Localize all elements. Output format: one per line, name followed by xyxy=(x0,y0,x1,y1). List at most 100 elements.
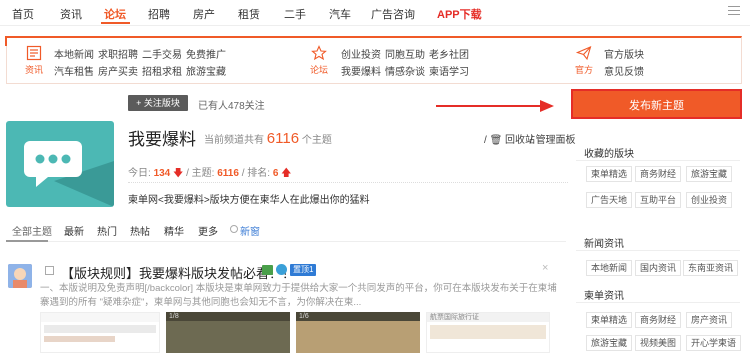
sidebar-chip[interactable]: 商务财经 xyxy=(635,312,682,328)
thumbnail[interactable]: 1/6 xyxy=(296,312,420,353)
sidebar-chip[interactable]: 房产资讯 xyxy=(686,312,733,328)
tab-featured[interactable]: 精华 xyxy=(164,223,184,238)
menu-icon[interactable] xyxy=(728,5,742,15)
sidebar-chip[interactable]: 本地新闻 xyxy=(586,260,633,276)
forum-title: 我要爆料 xyxy=(128,130,196,149)
tab-all[interactable]: 全部主题 xyxy=(12,223,52,238)
tab-more[interactable]: 更多 xyxy=(198,223,218,238)
category-link[interactable]: 情感杂谈 xyxy=(385,63,425,78)
pinned-badge: 置顶1 xyxy=(290,264,317,276)
nav-active-underline xyxy=(101,22,130,24)
nav-ads[interactable]: 广告咨询 xyxy=(371,6,415,22)
nav-home[interactable]: 首页 xyxy=(12,6,34,22)
category-forum-label: 论坛 xyxy=(309,65,328,75)
divider xyxy=(128,182,568,183)
category-official[interactable]: 官方 xyxy=(569,45,599,79)
category-link[interactable]: 房产买卖 xyxy=(98,63,138,78)
thumbnail[interactable] xyxy=(40,312,160,353)
thread-excerpt: 一、本版说明及免责声明[/backcolor] 本版块是柬单网致力于提供给大家一… xyxy=(40,283,557,308)
nav-cars[interactable]: 汽车 xyxy=(329,6,351,22)
sidebar-chip[interactable]: 开心学柬语 xyxy=(686,335,742,351)
nav-secondhand[interactable]: 二手 xyxy=(284,6,306,22)
new-window-label[interactable]: 新窗 xyxy=(240,223,260,238)
nav-realestate[interactable]: 房产 xyxy=(193,6,215,22)
admin-panel-link[interactable]: / 管理面板 xyxy=(530,131,576,146)
paper-plane-icon xyxy=(576,46,592,61)
thumbnail-header: 航票国际旅行证 xyxy=(427,313,549,322)
category-forum[interactable]: 论坛 xyxy=(304,45,334,79)
category-link[interactable]: 二手交易 xyxy=(142,46,182,61)
arrow-down-icon: 🡇 xyxy=(173,168,184,179)
sidebar-chip[interactable]: 广告天地 xyxy=(586,192,633,208)
category-link[interactable]: 旅游宝藏 xyxy=(186,63,226,78)
category-link[interactable]: 老乡社团 xyxy=(429,46,469,61)
category-link[interactable]: 柬语学习 xyxy=(429,63,469,78)
divider xyxy=(576,250,740,251)
heart-icon xyxy=(276,264,287,275)
thumbnail-counter: 1/6 xyxy=(299,313,309,320)
sidebar-chip[interactable]: 旅游宝藏 xyxy=(586,335,633,351)
red-arrow-annotation xyxy=(436,100,554,112)
nav-rental[interactable]: 租赁 xyxy=(238,6,260,22)
nav-app-download[interactable]: APP下载 xyxy=(437,6,482,22)
stat-suffix: 个主题 xyxy=(301,135,332,146)
thread-title[interactable]: 【版块规则】我要爆料版块发帖必看！！ xyxy=(61,263,295,282)
thumbnail-content xyxy=(44,325,156,333)
thumbnail[interactable]: 1/8 xyxy=(166,312,290,353)
category-link[interactable]: 本地新闻 xyxy=(54,46,94,61)
sidebar-chip[interactable]: 视频美图 xyxy=(635,335,682,351)
sidebar-chip[interactable]: 旅游宝藏 xyxy=(686,166,733,182)
thumbnail-content xyxy=(44,336,115,342)
close-icon[interactable]: × xyxy=(542,262,548,274)
thread-checkbox[interactable] xyxy=(45,266,54,275)
recycle-bin-link[interactable]: / 🗑 回收站 xyxy=(484,131,535,146)
category-news[interactable]: 资讯 xyxy=(19,45,49,79)
avatar[interactable] xyxy=(8,264,32,288)
sidebar-chip[interactable]: 柬单精选 xyxy=(586,312,633,328)
category-official-label: 官方 xyxy=(574,65,593,75)
tab-hot-posts[interactable]: 热帖 xyxy=(130,223,150,238)
forum-icon xyxy=(6,121,114,207)
category-link[interactable]: 同胞互助 xyxy=(385,46,425,61)
new-window-radio[interactable] xyxy=(230,225,238,233)
tab-latest[interactable]: 最新 xyxy=(64,223,84,238)
category-link[interactable]: 招租求租 xyxy=(142,63,182,78)
category-link[interactable]: 意见反馈 xyxy=(604,63,644,78)
category-link[interactable]: 汽车租售 xyxy=(54,63,94,78)
user-avatar-image xyxy=(8,264,32,288)
category-link[interactable]: 创业投资 xyxy=(341,46,381,61)
category-link[interactable]: 免费推广 xyxy=(186,46,226,61)
sidebar-chip[interactable]: 商务财经 xyxy=(635,166,682,182)
follow-forum-button[interactable]: + 关注版块 xyxy=(128,95,188,111)
stat-prefix: 当前频道共有 xyxy=(204,135,264,146)
thumbnail-content xyxy=(430,325,546,339)
sidebar-chip[interactable]: 互助平台 xyxy=(635,192,682,208)
category-link[interactable]: 我要爆料 xyxy=(341,63,381,78)
sidebar-chip[interactable]: 柬单精选 xyxy=(586,166,633,182)
nav-news[interactable]: 资讯 xyxy=(60,6,82,22)
nav-jobs[interactable]: 招聘 xyxy=(148,6,170,22)
category-link[interactable]: 官方版块 xyxy=(604,46,644,61)
sidebar-chip[interactable]: 创业投资 xyxy=(686,192,733,208)
thumbnail-header xyxy=(41,313,159,322)
tab-hot[interactable]: 热门 xyxy=(97,223,117,238)
forum-description: 柬单网<我要爆料>版块方便在柬华人在此爆出你的猛料 xyxy=(128,195,370,206)
new-topic-button[interactable]: 发布新主题 xyxy=(571,89,742,119)
thumbnail-caption: 航票国际旅行证 xyxy=(430,314,479,321)
nav-forum[interactable]: 论坛 xyxy=(104,6,126,22)
thread-count: 6116 xyxy=(266,130,300,147)
sidebar-section-title: 新闻资讯 xyxy=(584,239,624,250)
topics-label: 主题: xyxy=(191,168,215,179)
image-attachment-icon xyxy=(262,265,273,275)
sidebar-chip[interactable]: 东南亚资讯 xyxy=(683,260,739,276)
category-link[interactable]: 求职招聘 xyxy=(98,46,138,61)
sidebar-chip[interactable]: 国内资讯 xyxy=(635,260,682,276)
top-nav: 首页 资讯 论坛 招聘 房产 租赁 二手 汽车 广告咨询 APP下载 xyxy=(0,0,750,26)
thumbnail[interactable]: 航票国际旅行证 xyxy=(426,312,550,353)
today-label: 今日: xyxy=(128,168,151,179)
star-icon xyxy=(311,45,327,61)
today-value: 134 xyxy=(153,168,171,179)
divider xyxy=(576,160,740,161)
active-tab-underline xyxy=(6,240,48,242)
chat-bubble-icon xyxy=(24,141,114,207)
